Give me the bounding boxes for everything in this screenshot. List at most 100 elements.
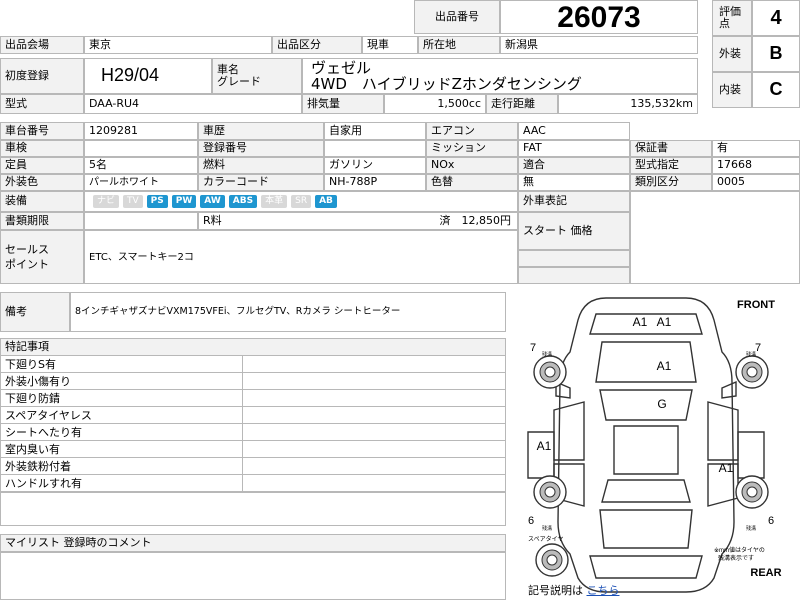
type-designation: 17668: [712, 157, 800, 174]
tire-rl-label: 残溝: [542, 525, 552, 532]
mileage: 135,532km: [558, 94, 698, 114]
location-label: 所在地: [418, 36, 500, 54]
interior-grade: C: [752, 72, 800, 108]
mission: FAT: [518, 140, 630, 157]
repaint: 無: [518, 174, 630, 191]
note-item-blank: [243, 356, 505, 372]
note-item-blank: [243, 441, 505, 457]
mylist-comment-label: マイリスト 登録時のコメント: [0, 534, 506, 552]
warranty: 有: [712, 140, 800, 157]
note-row: シートへたり有: [0, 424, 506, 441]
first-registration: H29/04: [84, 58, 212, 94]
exterior-color: パールホワイト: [84, 174, 198, 191]
category-label: 出品区分: [272, 36, 362, 54]
car-outline: FRONT REAR A1 A1 A1 G A1 A1 7 7 6 6 残溝 残…: [527, 297, 782, 593]
sales-label-line1: セールス: [5, 243, 49, 256]
note-row: 外装鉄粉付着: [0, 458, 506, 475]
car-grade: 4WD ハイブリッドZホンダセンシング: [311, 75, 582, 93]
lot-number-label: 出品番号: [414, 0, 500, 34]
front-label: FRONT: [737, 299, 775, 311]
chassis-label: 車台番号: [0, 122, 84, 140]
mark-right-side: A1: [719, 461, 734, 475]
tire-rr-label: 残溝: [746, 525, 756, 532]
note-item: 外装鉄粉付着: [1, 458, 243, 474]
overall-grade-label: 評価点: [712, 0, 752, 36]
fuel: ガソリン: [324, 157, 426, 174]
repaint-label: 色替: [426, 174, 518, 191]
equipment-tag: AW: [200, 195, 225, 208]
first-registration-label: 初度登録: [0, 58, 84, 94]
history: 自家用: [324, 122, 426, 140]
inspection-label: 車検: [0, 140, 84, 157]
capacity-label: 定員: [0, 157, 84, 174]
venue-label: 出品会場: [0, 36, 84, 54]
tire-fl-label: 残溝: [542, 351, 552, 358]
color-code-label: カラーコード: [198, 174, 324, 191]
displacement-label: 排気量: [302, 94, 384, 114]
history-label: 車歴: [198, 122, 324, 140]
mark-hood-left: A1: [633, 315, 648, 329]
note-item-blank: [243, 390, 505, 406]
legend-link[interactable]: こちら: [587, 584, 620, 597]
mark-windshield: A1: [657, 359, 672, 373]
location: 新潟県: [500, 36, 698, 54]
start-price: [630, 212, 800, 284]
note-row: 室内臭い有: [0, 441, 506, 458]
note-item: シートへたり有: [1, 424, 243, 440]
note-row: 下廻り防錆: [0, 390, 506, 407]
tire-note-line2: 残溝表示です: [718, 554, 754, 562]
recycle-fee: 12,850円: [461, 213, 512, 227]
model-label: 型式: [0, 94, 84, 114]
note-item-blank: [243, 407, 505, 423]
notes-list: 下廻りS有 外装小傷有り 下廻り防錆 スペアタイヤレス シートへたり有 室内臭い有 外装鉄粉…: [0, 356, 506, 492]
grade-label: グレード: [217, 75, 261, 88]
notes-header: 特記事項: [0, 338, 506, 356]
tire-rr-mm: 6: [768, 515, 774, 527]
compliance-label: 適合: [518, 157, 630, 174]
exterior-grade-label: 外装: [712, 36, 752, 72]
type-designation-label: 型式指定: [630, 157, 712, 174]
class-category-label: 類別区分: [630, 174, 712, 191]
start-price-label: スタート 価格: [518, 212, 630, 250]
recycle-fee-label: R料: [203, 213, 222, 227]
docs-deadline-label: 書類期限: [0, 212, 84, 230]
car-name-grade: ヴェゼル 4WD ハイブリッドZホンダセンシング: [302, 58, 698, 94]
damage-diagram: FRONT REAR A1 A1 A1 G A1 A1 7 7 6 6 残溝 残…: [518, 292, 798, 598]
equipment-tag: PW: [171, 195, 197, 208]
ac-label: エアコン: [426, 122, 518, 140]
warranty-label: 保証書: [630, 140, 712, 157]
note-row: スペアタイヤレス: [0, 407, 506, 424]
class-category: 0005: [712, 174, 800, 191]
car-name-grade-label: 車名 グレード: [212, 58, 302, 94]
recycle-fee-row: R料 済 12,850円: [198, 212, 518, 230]
nox-label: NOx: [426, 157, 518, 174]
legend-label: 記号説明は: [528, 584, 583, 597]
exterior-grade: B: [752, 36, 800, 72]
start-price-blank-1: [518, 250, 630, 267]
equipment-tag: AB: [315, 195, 337, 208]
note-item-blank: [243, 458, 505, 474]
note-item-blank: [243, 424, 505, 440]
remarks-text: 8インチギャザズナビVXM175VFEi、フルセグTV、Rカメラ シートヒーター: [70, 292, 506, 332]
note-row: ハンドルすれ有: [0, 475, 506, 492]
note-item: 外装小傷有り: [1, 373, 243, 389]
lot-number: 26073: [500, 0, 698, 34]
remarks-label: 備考: [0, 292, 70, 332]
mark-left-side: A1: [537, 439, 552, 453]
outside-record: [630, 191, 800, 212]
fuel-label: 燃料: [198, 157, 324, 174]
sales-points: ETC、スマートキー2コ: [84, 230, 518, 284]
car-name: ヴェゼル: [311, 59, 372, 77]
note-item: 下廻りS有: [1, 356, 243, 372]
note-item-blank: [243, 373, 505, 389]
displacement: 1,500cc: [384, 94, 486, 114]
start-price-blank-2: [518, 267, 630, 284]
outside-record-label: 外車表記: [518, 191, 630, 212]
recycle-fee-status: 済: [439, 213, 451, 227]
note-item: 下廻り防錆: [1, 390, 243, 406]
docs-deadline: [84, 212, 198, 230]
notes-blank: [0, 492, 506, 526]
equipment-tag: SR: [291, 195, 312, 208]
legend: 記号説明は こちら: [528, 582, 620, 598]
mission-label: ミッション: [426, 140, 518, 157]
